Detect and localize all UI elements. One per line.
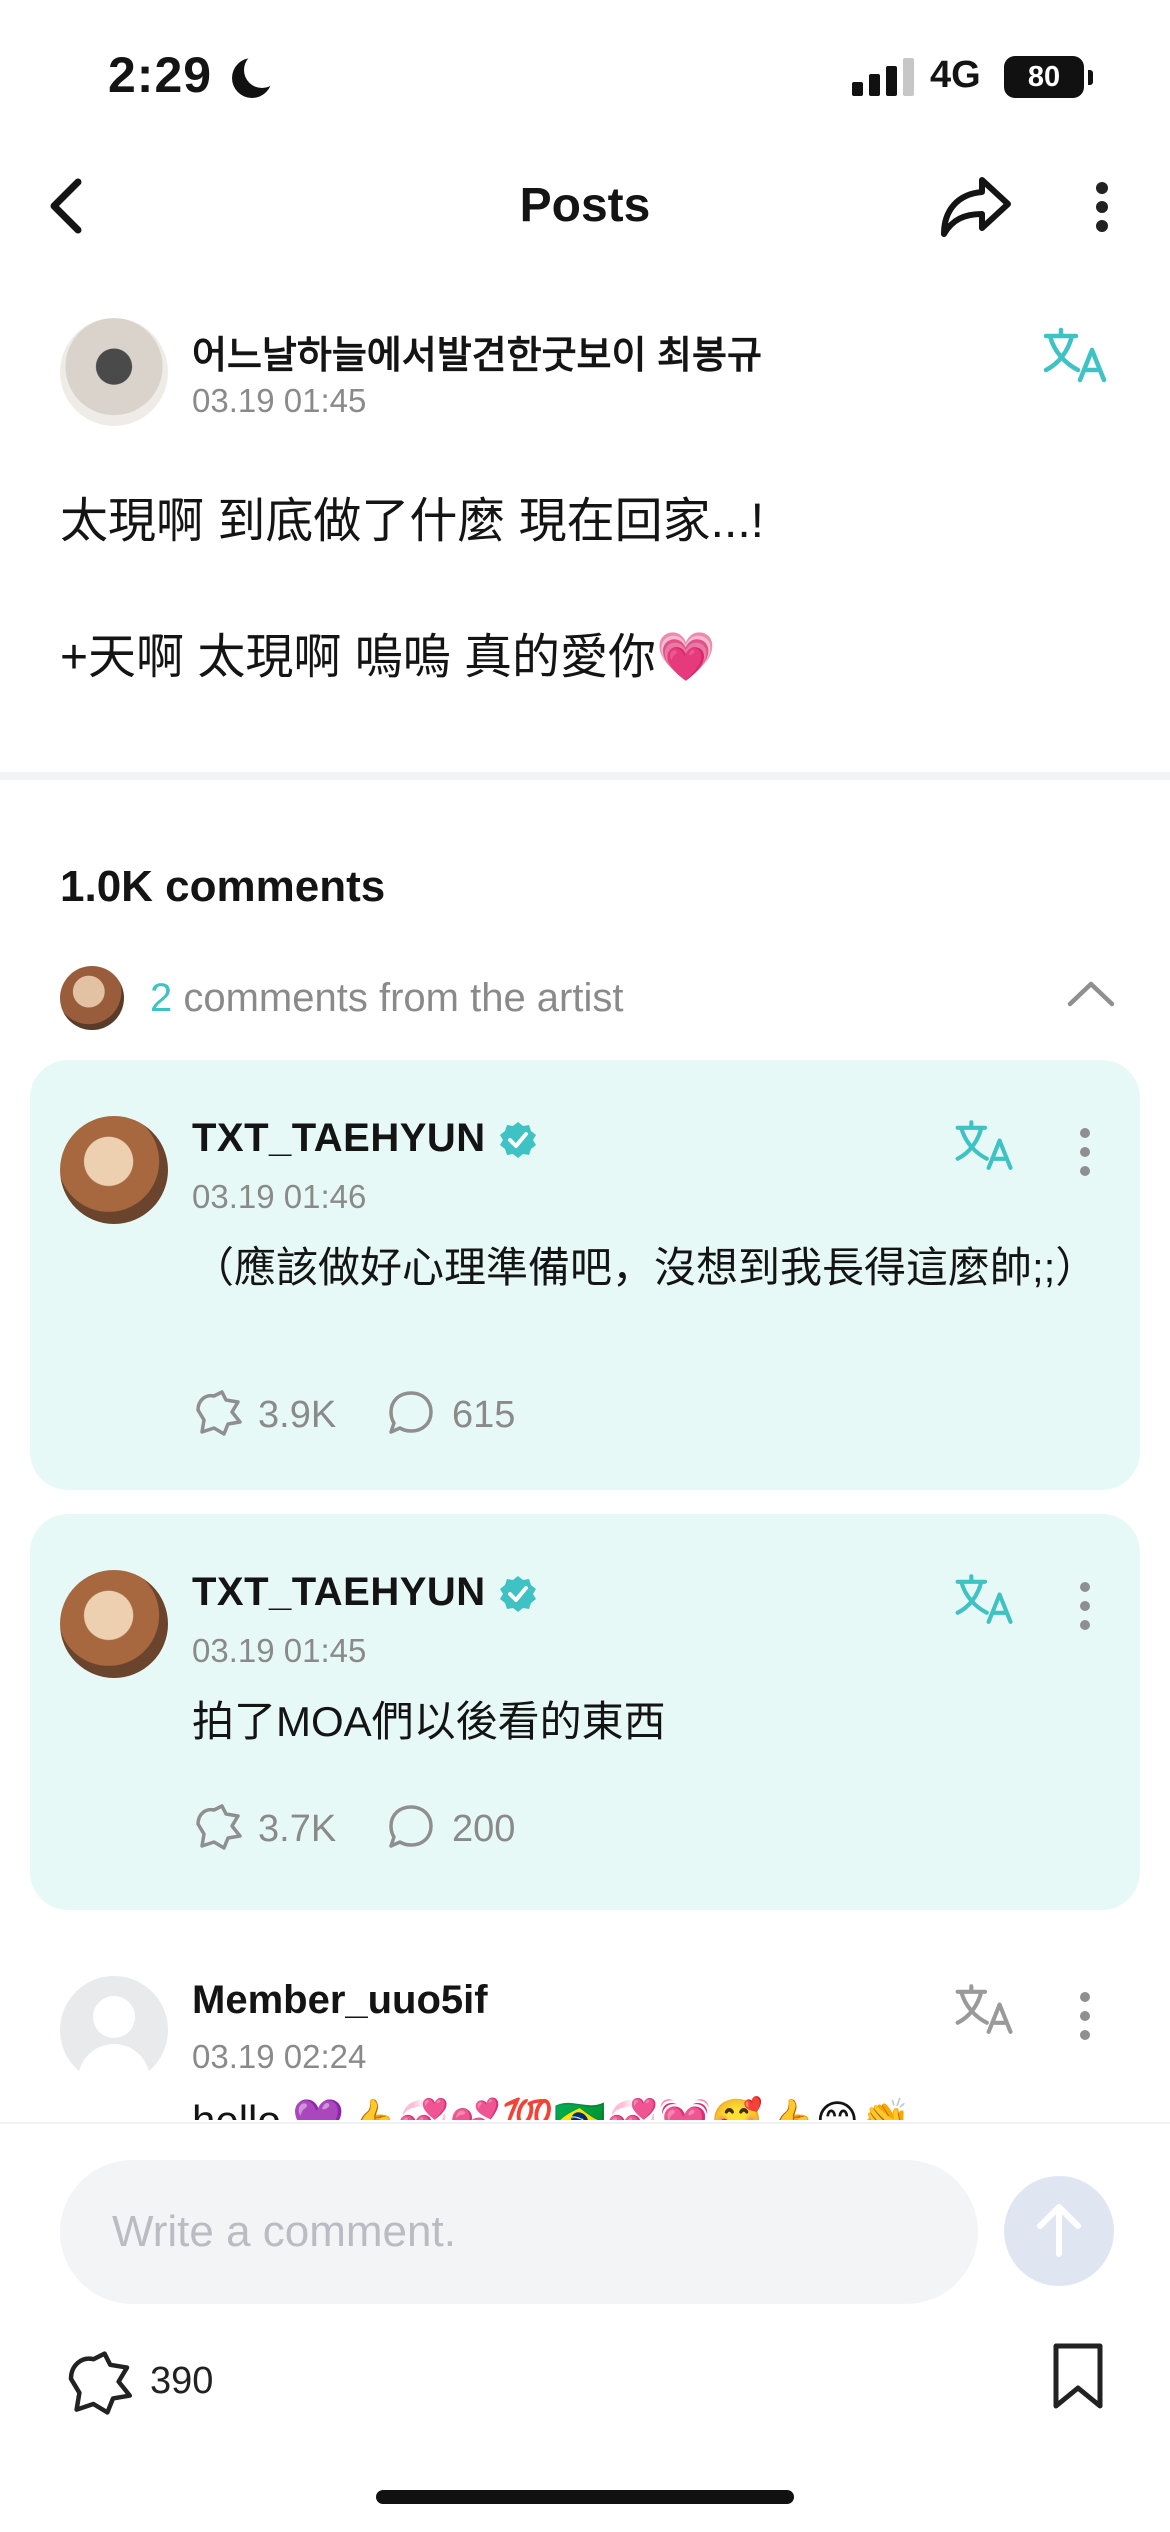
verified-badge-icon (500, 1122, 536, 1158)
comment-timestamp: 03.19 01:45 (192, 1632, 367, 1669)
comment-more-button[interactable] (1070, 1122, 1100, 1182)
comment-author[interactable]: TXT_TAEHYUN (192, 1570, 486, 1615)
like-icon (196, 1390, 242, 1436)
comment-reply-button[interactable]: 615 (386, 1388, 536, 1438)
translate-icon[interactable] (954, 1982, 1016, 2038)
reply-count: 615 (452, 1394, 516, 1436)
home-indicator[interactable] (376, 2490, 794, 2504)
author-avatar[interactable] (60, 318, 168, 426)
comment-like-button[interactable]: 3.7K (192, 1802, 362, 1852)
comment-input[interactable] (60, 2160, 978, 2304)
screen: 2:29 4G 80 Posts 어느날하늘에서발견한굿보이 최봉규 03.19… (0, 0, 1170, 2532)
reply-icon (389, 1391, 433, 1434)
cellular-signal-icon (852, 58, 914, 96)
comment-more-button[interactable] (1070, 1986, 1100, 2046)
arrow-up-icon (1037, 2204, 1081, 2257)
comment-body: hello 💜👍💞💕💯🇧🇷💞💓🥰👍😊👏 (192, 2096, 911, 2120)
battery-icon: 80 (1004, 56, 1084, 98)
bookmark-button[interactable] (1050, 2342, 1106, 2412)
status-time: 2:29 (108, 47, 213, 103)
comment-item: Member_uuo5if 03.19 02:24 hello 💜👍💞💕💯🇧🇷💞… (0, 1970, 1170, 2120)
translate-icon[interactable] (954, 1572, 1016, 1628)
artist-comment-count: 2 (150, 976, 173, 1020)
battery-nub (1088, 70, 1093, 85)
artist-comments-toggle[interactable]: 2 comments from the artist (60, 962, 1120, 1030)
post-body: 太現啊 到底做了什麼 現在回家...! +天啊 太現啊 嗚嗚 真的愛你💗 (60, 495, 765, 684)
comment-avatar[interactable] (60, 1116, 168, 1224)
share-icon (941, 177, 1011, 237)
artist-comment-card: TXT_TAEHYUN 03.19 01:46 （應該做好心理準備吧，沒想到我長… (30, 1060, 1140, 1490)
comment-author[interactable]: Member_uuo5if (192, 1978, 488, 2023)
bookmark-icon (1053, 2343, 1103, 2409)
author-name[interactable]: 어느날하늘에서발견한굿보이 최봉규 (192, 324, 762, 379)
post-author: 어느날하늘에서발견한굿보이 최봉규 03.19 01:45 (60, 318, 1120, 428)
comment-timestamp: 03.19 01:46 (192, 1178, 367, 1215)
verified-badge-icon (500, 1576, 536, 1612)
battery-level: 80 (1027, 61, 1061, 93)
translate-icon[interactable] (954, 1118, 1016, 1174)
default-avatar-icon[interactable] (60, 1976, 168, 2084)
status-bar: 2:29 4G 80 (0, 0, 1170, 150)
post-like-button[interactable]: 390 (60, 2340, 260, 2420)
share-button[interactable] (936, 170, 1016, 242)
translate-icon[interactable] (1042, 326, 1110, 386)
like-count: 3.7K (258, 1808, 337, 1850)
comment-body: （應該做好心理準備吧，沒想到我長得這麼帥;;） (192, 1244, 1098, 1291)
artist-comment-card: TXT_TAEHYUN 03.19 01:45 拍了MOA們以後看的東西 3.7… (30, 1514, 1140, 1910)
comment-reply-button[interactable]: 200 (386, 1802, 536, 1852)
send-button[interactable] (1004, 2176, 1114, 2286)
artist-comments-label: 2 comments from the artist (150, 976, 623, 1021)
post-timestamp: 03.19 01:45 (192, 382, 367, 419)
comment-avatar[interactable] (60, 1570, 168, 1678)
reply-count: 200 (452, 1808, 516, 1850)
comment-timestamp: 03.19 02:24 (192, 2038, 367, 2075)
like-icon (68, 2351, 133, 2415)
reply-icon (389, 1805, 433, 1848)
comment-like-button[interactable]: 3.9K (192, 1388, 362, 1438)
comment-more-button[interactable] (1070, 1576, 1100, 1636)
like-icon (196, 1804, 242, 1850)
comment-author[interactable]: TXT_TAEHYUN (192, 1116, 486, 1161)
nav-bar: Posts (0, 160, 1170, 250)
section-divider (0, 772, 1170, 780)
artist-comments-text: comments from the artist (172, 976, 624, 1020)
bottom-bar: 390 (0, 2122, 1170, 2532)
network-type: 4G (930, 54, 981, 96)
comments-count: 1.0K comments (60, 862, 386, 911)
comment-body: 拍了MOA們以後看的東西 (192, 1698, 666, 1745)
moon-icon (232, 52, 280, 98)
more-options-button[interactable] (1080, 170, 1124, 240)
post-like-count: 390 (150, 2360, 214, 2402)
artist-avatar (60, 966, 124, 1030)
chevron-up-icon (1067, 981, 1115, 1007)
like-count: 3.9K (258, 1394, 337, 1436)
